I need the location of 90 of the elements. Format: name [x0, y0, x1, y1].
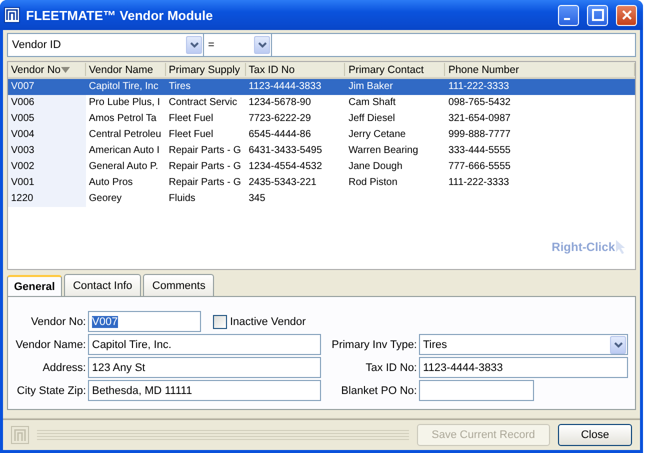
table-row[interactable]: V007 Capitol Tire, Inc Tires 1123-4444-3833 Jim Baker 111-222-3333	[8, 79, 635, 95]
field-label: City State Zip:	[16, 384, 86, 396]
cursor-icon	[615, 239, 627, 255]
table-cell: Rod Piston	[348, 177, 398, 188]
table-cell: Repair Parts - G	[168, 145, 241, 156]
input-field[interactable]: 123 Any St	[88, 357, 321, 378]
table-row[interactable]: V004 Central Petroleu Fleet Fuel 6545-4444-86 Jerry Cetane 999-888-7777	[8, 127, 635, 143]
table-cell: 2435-5343-221	[248, 177, 316, 188]
table-cell: Fleet Fuel	[168, 129, 214, 140]
table-cell: V005	[11, 113, 34, 124]
table-cell: Fluids	[168, 193, 196, 204]
hint-text: Right-Click	[552, 240, 615, 254]
input-field[interactable]: Bethesda, MD 11111	[88, 380, 321, 401]
minimize-button[interactable]	[558, 4, 579, 26]
checkbox-label: Inactive Vendor	[230, 316, 306, 328]
column-header[interactable]: Tax ID No	[246, 63, 346, 76]
app-logo-icon	[11, 426, 29, 444]
table-cell: 777-666-5555	[448, 161, 511, 172]
field-label: Address:	[42, 362, 86, 374]
table-cell: V004	[11, 129, 34, 140]
table-cell: 1220	[11, 193, 34, 204]
inv-type-dropdown[interactable]: Tires	[419, 334, 628, 355]
table-cell: V002	[11, 161, 34, 172]
table-row[interactable]: V005 Amos Petrol Ta Fleet Fuel 7723-6222-29 Jeff Diesel 321-654-0987	[8, 111, 635, 127]
column-header[interactable]: Phone Number	[445, 63, 635, 76]
maximize-icon	[592, 9, 604, 21]
table-cell: V003	[11, 145, 34, 156]
table-cell: V001	[11, 177, 34, 188]
field-label: Vendor No:	[30, 316, 86, 328]
table-cell: V006	[11, 97, 34, 108]
table-cell: Central Petroleu	[88, 129, 162, 140]
table-cell: 111-222-3333	[448, 177, 510, 188]
table-cell: Amos Petrol Ta	[88, 113, 156, 124]
table-cell: 999-888-7777	[448, 129, 511, 140]
table-cell: 1234-4554-4532	[248, 161, 322, 172]
close-icon[interactable]	[616, 4, 637, 26]
table-cell: Auto Pros	[88, 177, 133, 188]
table-cell: Pro Lube Plus, I	[88, 97, 160, 108]
table-cell: Warren Bearing	[348, 145, 418, 156]
input-field[interactable]: 1123-4444-3833	[419, 357, 628, 378]
column-header[interactable]: Vendor No	[8, 63, 86, 76]
table-cell: Tires	[168, 81, 191, 92]
table-cell: Capitol Tire, Inc	[88, 81, 158, 92]
window-title: FLEETMATE™ Vendor Module	[26, 8, 214, 22]
table-cell: 6431-3433-5495	[248, 145, 322, 156]
checkbox[interactable]	[213, 314, 227, 328]
table-cell: Repair Parts - G	[168, 161, 241, 172]
table-cell: 111-222-3333	[448, 81, 510, 92]
table-cell: V007	[11, 81, 34, 92]
table-row[interactable]: 1220 Georey Fluids 345	[8, 191, 635, 207]
app-logo-icon	[4, 7, 20, 23]
table-cell: Repair Parts - G	[168, 177, 241, 188]
table-row[interactable]: V006 Pro Lube Plus, I Contract Servic 1234-5678-90 Cam Shaft 098-765-5432	[8, 95, 635, 111]
table-cell: Jeff Diesel	[348, 113, 395, 124]
table-cell: American Auto I	[88, 145, 160, 156]
table-cell: 1234-5678-90	[248, 97, 311, 108]
table-cell: Fleet Fuel	[168, 113, 214, 124]
tab[interactable]: Contact Info	[64, 274, 142, 296]
table-cell: Georey	[88, 193, 122, 204]
table-cell: 6545-4444-86	[248, 129, 311, 140]
input-field[interactable]: Capitol Tire, Inc.	[88, 334, 321, 355]
table-cell: 345	[248, 193, 266, 204]
input-field[interactable]: V007	[88, 311, 201, 332]
field-label: Tax ID No:	[364, 362, 417, 374]
column-header[interactable]: Vendor Name	[86, 63, 166, 76]
table-cell: Jerry Cetane	[348, 129, 406, 140]
table-cell: General Auto P.	[88, 161, 158, 172]
table-cell: Contract Servic	[168, 97, 238, 108]
table-cell: 7723-6222-29	[248, 113, 311, 124]
table-row[interactable]: V003 American Auto I Repair Parts - G 6431-3433-5495 Warren Bearing 333-444-5555	[8, 143, 635, 159]
column-header[interactable]: Primary Contact	[345, 63, 446, 76]
table-cell: Cam Shaft	[348, 97, 396, 108]
table-cell: Jane Dough	[348, 161, 402, 172]
input-field[interactable]	[419, 380, 534, 401]
field-label: Blanket PO No:	[340, 384, 417, 396]
field-label: Primary Inv Type:	[330, 338, 417, 350]
table-row[interactable]: V002 General Auto P. Repair Parts - G 1234-4554-4532 Jane Dough 777-666-5555	[8, 159, 635, 175]
table-cell: 098-765-5432	[448, 97, 511, 108]
action-button[interactable]: Close	[558, 424, 632, 446]
table-cell: 1123-4444-3833	[248, 81, 322, 92]
table-cell: 333-444-5555	[448, 145, 511, 156]
column-header[interactable]: Primary Supply	[166, 63, 246, 76]
table-row[interactable]: V001 Auto Pros Repair Parts - G 2435-5343-221 Rod Piston 111-222-3333	[8, 175, 635, 191]
tab[interactable]: Comments	[143, 274, 214, 296]
table-cell: 321-654-0987	[448, 113, 511, 124]
minimize-icon	[564, 18, 570, 20]
table-cell: Jim Baker	[348, 81, 393, 92]
field-label: Vendor Name:	[14, 338, 86, 350]
tab[interactable]: General	[7, 275, 62, 297]
maximize-button[interactable]	[587, 4, 608, 26]
